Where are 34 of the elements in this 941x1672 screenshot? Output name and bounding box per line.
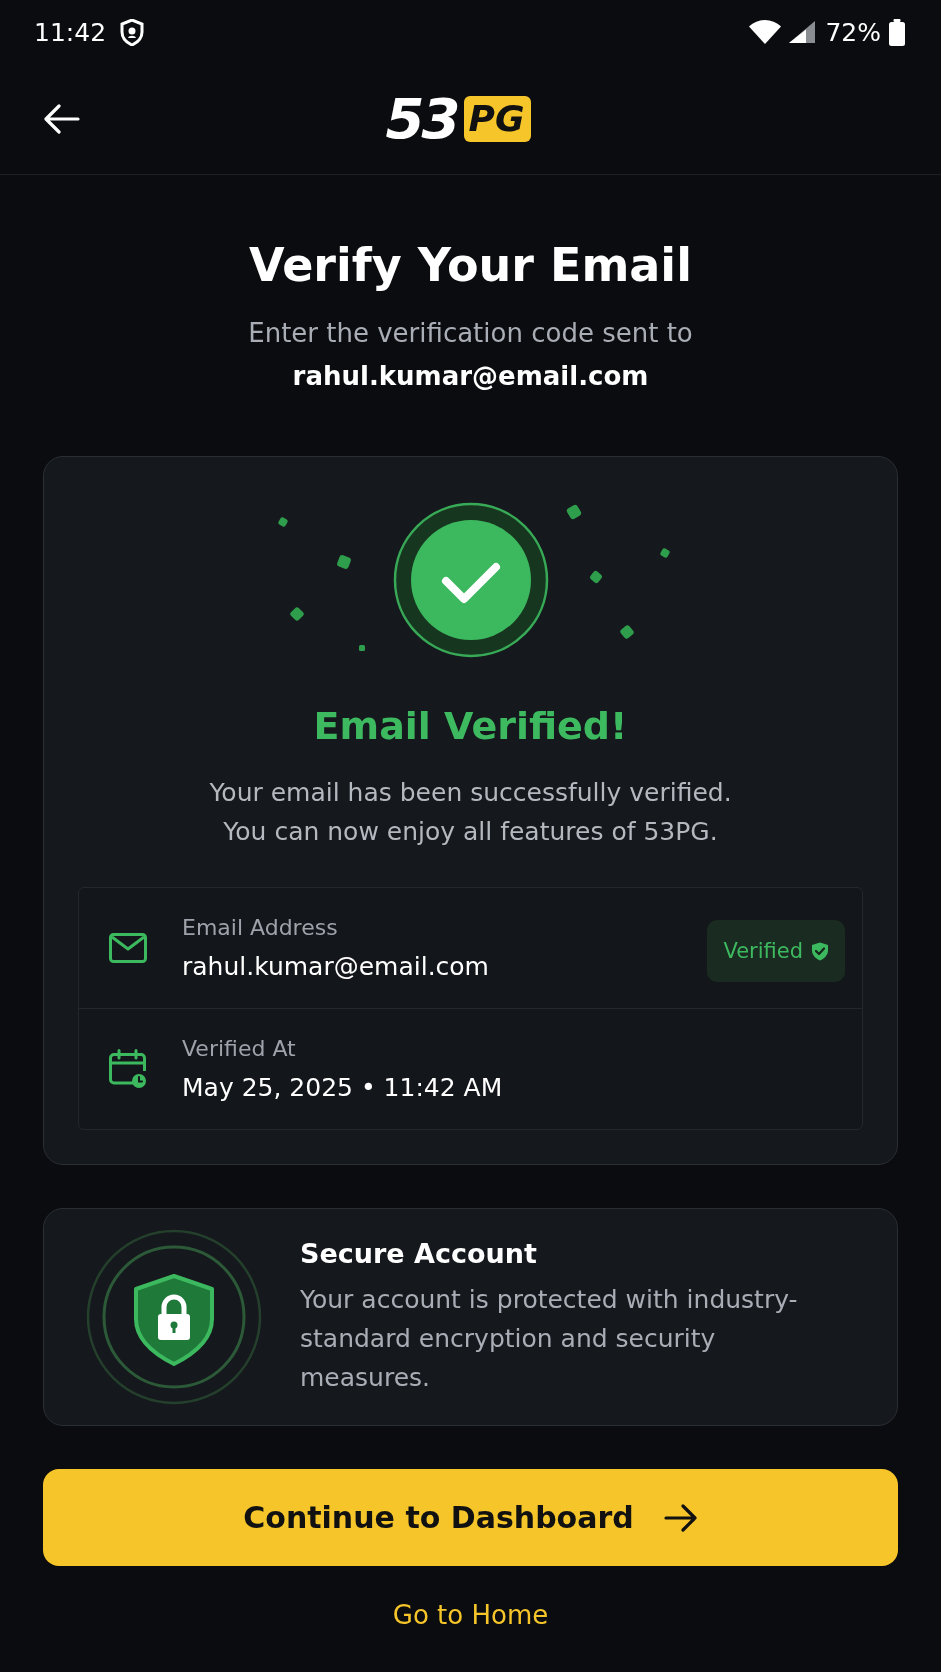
confetti-icon xyxy=(335,554,352,570)
security-description: Your account is protected with industry-standard encryption and security measures. xyxy=(300,1284,799,1394)
back-arrow-icon xyxy=(44,104,80,134)
email-address: rahul.kumar@email.com xyxy=(291,360,650,393)
battery-percentage: 72% xyxy=(825,17,881,47)
success-check-icon xyxy=(393,502,548,658)
confetti-icon xyxy=(277,516,288,528)
success-message: You can now enjoy all features of 53PG. xyxy=(222,816,719,848)
success-title: Email Verified! xyxy=(312,703,629,749)
logo-badge: PG xyxy=(463,96,532,142)
page-subtitle: Enter the verification code sent to xyxy=(247,317,694,350)
battery-icon xyxy=(889,18,905,46)
status-time: 11:42 xyxy=(34,17,107,47)
envelope-icon xyxy=(109,933,147,963)
detail-label: Email Address xyxy=(182,914,339,942)
wifi-icon xyxy=(749,20,782,44)
badge-label: Verified xyxy=(723,939,803,963)
page-title: Verify Your Email xyxy=(248,237,693,293)
arrow-right-icon xyxy=(663,1503,698,1532)
detail-label: Verified At xyxy=(182,1035,297,1063)
shield-lock-icon xyxy=(86,1229,262,1405)
confetti-icon xyxy=(358,645,365,651)
continue-button[interactable]: Continue to Dashboard xyxy=(43,1469,898,1566)
security-title: Secure Account xyxy=(300,1237,538,1271)
detail-value: rahul.kumar@email.com xyxy=(182,951,489,982)
signal-icon xyxy=(789,21,816,43)
confetti-icon xyxy=(659,547,670,559)
calendar-clock-icon xyxy=(109,1049,147,1089)
detail-value: May 25, 2025 • 11:42 AM xyxy=(182,1072,503,1103)
success-message: Your email has been successfully verified. xyxy=(208,777,733,809)
home-link[interactable]: Go to Home xyxy=(392,1598,549,1632)
shield-check-icon xyxy=(811,941,829,961)
logo-wordmark: 53 xyxy=(385,91,458,147)
shield-icon xyxy=(120,18,145,46)
